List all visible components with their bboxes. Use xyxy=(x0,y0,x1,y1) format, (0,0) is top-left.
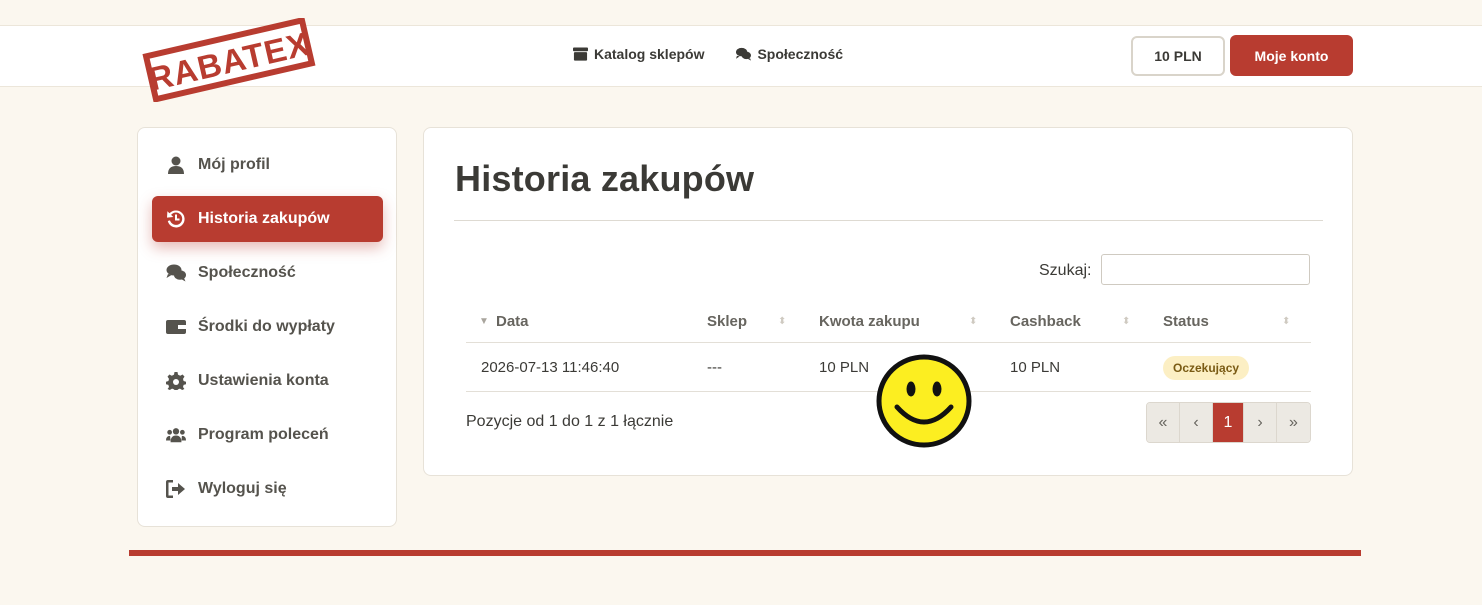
sidebar-item-profile[interactable]: Mój profil xyxy=(152,142,383,188)
sidebar-item-referrals[interactable]: Program poleceń xyxy=(152,412,383,458)
cell-date: 2026-07-13 11:46:40 xyxy=(481,359,620,376)
users-icon xyxy=(166,428,186,443)
sidebar-item-community[interactable]: Społeczność xyxy=(152,250,383,296)
site-header: RABATEX Katalog sklepów Społeczność 10 P… xyxy=(0,18,1482,102)
nav-community[interactable]: Społeczność xyxy=(736,46,843,62)
sidebar-item-label: Wyloguj się xyxy=(198,480,287,497)
rabatex-logo[interactable]: RABATEX xyxy=(141,18,316,102)
column-header-cashback[interactable]: Cashback xyxy=(1010,300,1081,343)
comments-icon xyxy=(736,47,752,61)
sidebar-item-label: Program poleceń xyxy=(198,426,329,443)
pagination: « ‹ 1 › » xyxy=(1146,402,1311,443)
page-next-button[interactable]: › xyxy=(1244,403,1277,442)
user-icon xyxy=(168,156,184,174)
sidebar-item-logout[interactable]: Wyloguj się xyxy=(152,466,383,512)
sort-icon: ⬍ xyxy=(778,316,787,327)
wallet-icon xyxy=(166,320,186,334)
sidebar-item-label: Ustawienia konta xyxy=(198,372,329,389)
sidebar-item-label: Środki do wypłaty xyxy=(198,318,335,335)
history-icon xyxy=(167,210,185,228)
column-header-status[interactable]: Status xyxy=(1163,300,1209,343)
cell-cashback: 10 PLN xyxy=(1010,359,1061,376)
page-first-button[interactable]: « xyxy=(1147,403,1180,442)
nav-catalog[interactable]: Katalog sklepów xyxy=(573,46,704,62)
main-nav: Katalog sklepów Społeczność xyxy=(573,46,843,62)
nav-community-label: Społeczność xyxy=(757,46,844,62)
sidebar-item-label: Historia zakupów xyxy=(198,210,330,227)
my-account-button[interactable]: Moje konto xyxy=(1230,35,1353,76)
column-header-data[interactable]: Data xyxy=(496,300,529,343)
balance-button[interactable]: 10 PLN xyxy=(1131,36,1225,76)
table-info: Pozycje od 1 do 1 z 1 łącznie xyxy=(466,413,674,430)
cell-shop: --- xyxy=(707,359,722,376)
column-header-kwota[interactable]: Kwota zakupu xyxy=(819,300,920,343)
sidebar-item-settings[interactable]: Ustawienia konta xyxy=(152,358,383,404)
logout-icon xyxy=(166,480,185,498)
cell-amount: 10 PLN xyxy=(819,359,870,376)
search-input[interactable] xyxy=(1101,254,1310,285)
footer-divider xyxy=(129,550,1361,556)
account-sidebar: Mój profil Historia zakupów Społeczność … xyxy=(137,127,397,527)
page-last-button[interactable]: » xyxy=(1277,403,1310,442)
sort-icon: ⬍ xyxy=(1282,316,1291,327)
gear-icon xyxy=(166,372,186,390)
table-header: ▼ Data Sklep ⬍ Kwota zakupu ⬍ Cashback ⬍… xyxy=(466,300,1311,343)
page-current-button[interactable]: 1 xyxy=(1213,403,1244,442)
page-title: Historia zakupów xyxy=(455,158,755,199)
sidebar-item-label: Społeczność xyxy=(198,264,296,281)
column-header-sklep[interactable]: Sklep xyxy=(707,300,747,343)
sort-icon: ⬍ xyxy=(969,316,978,327)
sort-icon: ▼ xyxy=(479,316,489,327)
sidebar-item-label: Mój profil xyxy=(198,156,270,173)
store-icon xyxy=(573,47,588,61)
smiley-face-icon xyxy=(876,354,972,448)
sidebar-item-wallet[interactable]: Środki do wypłaty xyxy=(152,304,383,350)
nav-catalog-label: Katalog sklepów xyxy=(594,46,705,62)
sort-icon: ⬍ xyxy=(1122,316,1131,327)
page-prev-button[interactable]: ‹ xyxy=(1180,403,1213,442)
title-divider xyxy=(454,220,1323,221)
search-label: Szukaj: xyxy=(1039,262,1092,279)
comments-icon xyxy=(166,264,186,282)
cell-status: Oczekujący xyxy=(1163,343,1250,392)
status-badge: Oczekujący xyxy=(1163,355,1250,380)
sidebar-item-history[interactable]: Historia zakupów xyxy=(152,196,383,242)
